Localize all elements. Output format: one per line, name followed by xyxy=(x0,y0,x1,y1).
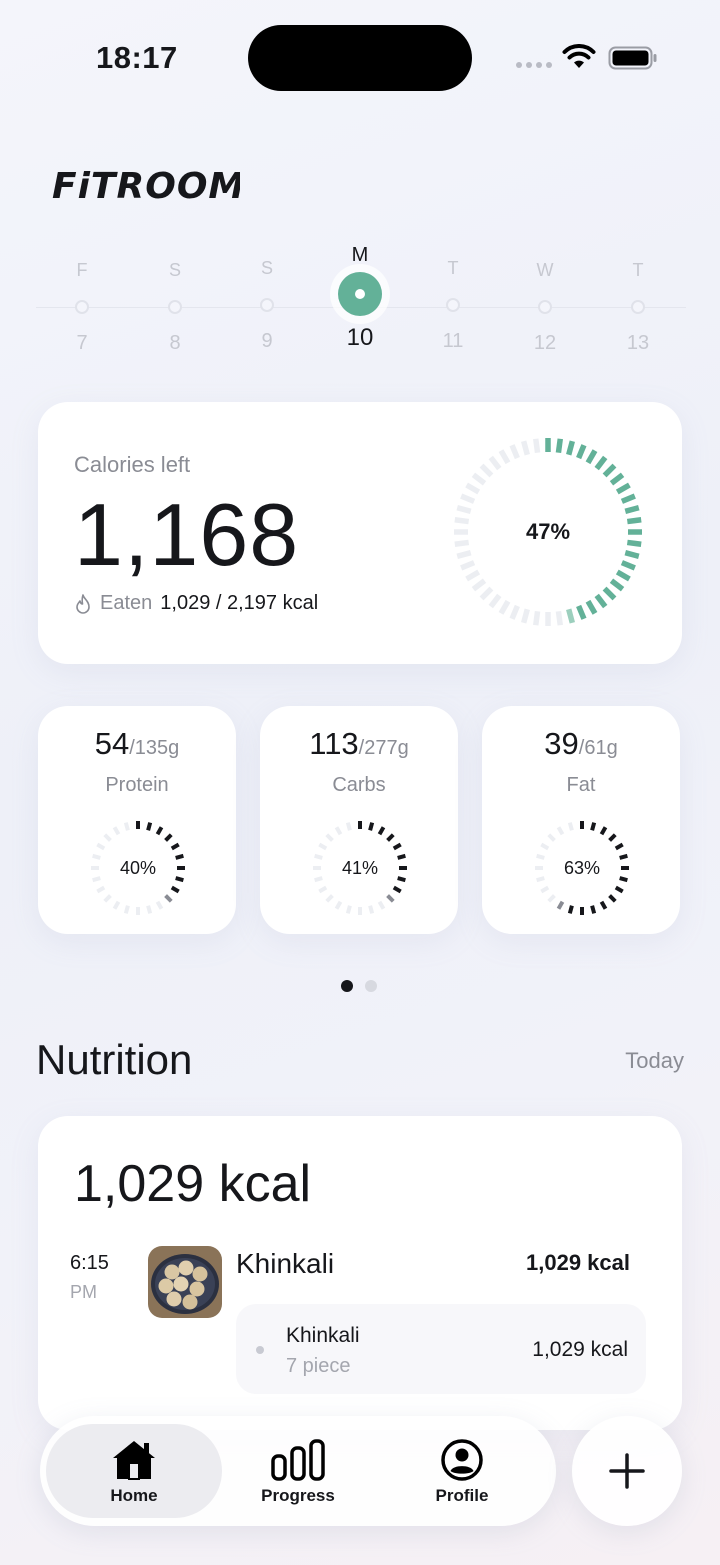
day-number: 7 xyxy=(76,332,88,354)
app-logo: FiTROOM xyxy=(52,166,240,206)
page-dot[interactable] xyxy=(365,980,377,992)
day-dot xyxy=(446,298,460,312)
eaten-label: Eaten xyxy=(100,592,153,614)
day-label: S xyxy=(260,258,273,278)
page-indicator[interactable] xyxy=(341,980,377,992)
nutrition-title: Nutrition xyxy=(36,1036,193,1083)
meal-photo[interactable] xyxy=(148,1246,222,1318)
meal-name[interactable]: Khinkali xyxy=(236,1248,334,1280)
house-icon xyxy=(113,1441,155,1480)
page-dot-active[interactable] xyxy=(341,980,353,992)
status-time: 18:17 xyxy=(96,40,178,75)
protein-percent: 40% xyxy=(119,858,157,878)
eaten-summary: Eaten 1,029 / 2,197 kcal xyxy=(74,592,318,615)
fat-value: 39 xyxy=(544,726,579,761)
protein-value: 54 xyxy=(94,726,130,761)
protein-card[interactable]: 54/135g Protein 40% xyxy=(38,706,236,934)
wifi-icon xyxy=(562,44,596,68)
user-circle-icon xyxy=(441,1439,483,1481)
carbs-percent: 41% xyxy=(341,858,379,878)
carbs-label: Carbs xyxy=(332,774,386,796)
day-label: S xyxy=(168,260,181,280)
tab-home[interactable]: Home xyxy=(46,1424,222,1518)
day-dot xyxy=(631,300,645,314)
day-number: 12 xyxy=(533,332,557,354)
calories-left-value: 1,168 xyxy=(74,485,300,584)
cellular-signal-icon xyxy=(516,62,552,68)
day-friday[interactable]: F 7 xyxy=(52,260,112,355)
tab-progress-label: Progress xyxy=(261,1486,335,1505)
bar-chart-icon xyxy=(271,1439,325,1481)
add-button[interactable] xyxy=(572,1416,682,1526)
protein-amount: 54/135g xyxy=(38,726,236,762)
day-number: 10 xyxy=(346,324,374,351)
meal-item-quantity: 7 piece xyxy=(286,1355,351,1377)
day-number: 11 xyxy=(442,330,464,352)
meal-kcal: 1,029 kcal xyxy=(526,1250,630,1275)
day-saturday[interactable]: S 8 xyxy=(145,260,205,355)
nutrition-total-kcal: 1,029 kcal xyxy=(74,1155,312,1213)
calories-card[interactable]: Calories left 1,168 Eaten 1,029 / 2,197 … xyxy=(38,402,682,664)
battery-icon xyxy=(608,46,657,70)
day-number: 8 xyxy=(169,332,181,354)
flame-icon xyxy=(76,593,90,614)
fat-amount: 39/61g xyxy=(482,726,680,762)
day-selected-dot xyxy=(338,272,382,316)
day-number: 9 xyxy=(261,330,273,352)
meal-item-row[interactable]: Khinkali 7 piece 1,029 kcal xyxy=(236,1304,646,1394)
carbs-card[interactable]: 113/277g Carbs 41% xyxy=(260,706,458,934)
carbs-goal: /277g xyxy=(358,737,409,759)
protein-label: Protein xyxy=(105,774,169,796)
day-label: T xyxy=(447,258,459,278)
day-sunday[interactable]: S 9 xyxy=(237,258,297,353)
meal-item-kcal: 1,029 kcal xyxy=(532,1338,628,1361)
bullet-dot xyxy=(256,1346,264,1354)
meal-ampm: PM xyxy=(70,1282,97,1302)
protein-goal: /135g xyxy=(129,737,180,759)
day-dot xyxy=(538,300,552,314)
svg-text:FiTROOM: FiTROOM xyxy=(52,166,240,206)
dynamic-island xyxy=(248,25,472,91)
carbs-amount: 113/277g xyxy=(260,726,458,762)
nutrition-period-selector[interactable]: Today xyxy=(560,1048,684,1074)
eaten-value: 1,029 / 2,197 kcal xyxy=(160,592,319,614)
day-dot xyxy=(75,300,89,314)
calories-percent: 47% xyxy=(525,519,571,544)
plus-icon xyxy=(609,1453,645,1489)
tab-profile[interactable]: Profile xyxy=(374,1424,550,1518)
tab-home-label: Home xyxy=(110,1486,158,1505)
day-label: T xyxy=(632,260,644,280)
fat-card[interactable]: 39/61g Fat 63% xyxy=(482,706,680,934)
day-thursday[interactable]: T 13 xyxy=(608,260,668,355)
day-label: M xyxy=(351,244,369,266)
day-monday-selected[interactable]: M 10 xyxy=(330,244,390,352)
fat-label: Fat xyxy=(566,774,596,796)
day-dot xyxy=(168,300,182,314)
day-wednesday[interactable]: W 12 xyxy=(515,260,575,355)
week-date-strip: F 7 S 8 S 9 M 10 T 11 W 12 T 13 xyxy=(36,238,686,368)
bottom-tab-bar: Home Progress Profile xyxy=(40,1416,556,1526)
tab-profile-label: Profile xyxy=(435,1486,489,1505)
day-label: F xyxy=(76,260,88,280)
day-number: 13 xyxy=(626,332,650,354)
fat-goal: /61g xyxy=(578,737,618,759)
day-dot xyxy=(260,298,274,312)
day-tuesday[interactable]: T 11 xyxy=(423,258,483,353)
calories-left-label: Calories left xyxy=(74,452,191,477)
day-label: W xyxy=(536,260,554,280)
nutrition-card: 1,029 kcal 6:15 PM Khinkali 1,029 kcal K… xyxy=(38,1116,682,1430)
calories-progress-ring: 47% xyxy=(450,434,646,630)
carbs-value: 113 xyxy=(309,726,359,761)
status-bar: 18:17 xyxy=(0,0,720,110)
meal-time: 6:15 xyxy=(70,1252,109,1274)
fat-percent: 63% xyxy=(563,858,601,878)
tab-progress[interactable]: Progress xyxy=(210,1424,386,1518)
meal-item-name: Khinkali xyxy=(286,1324,360,1347)
